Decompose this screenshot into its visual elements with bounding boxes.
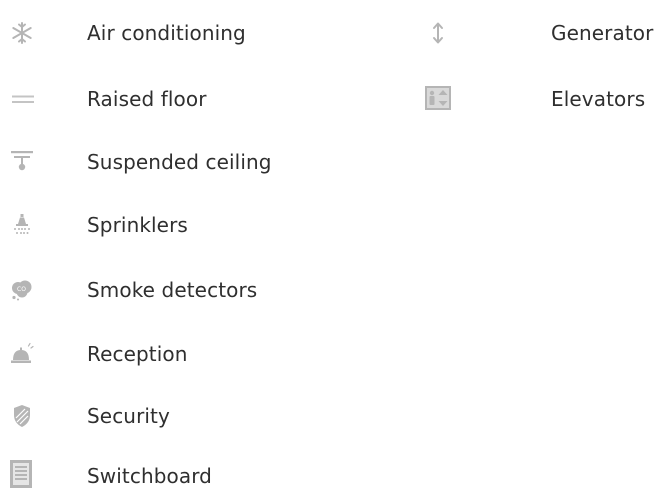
reception-bell-icon — [11, 342, 34, 363]
amenity-generator: Generator — [420, 15, 667, 55]
amenity-label: Raised floor — [87, 87, 207, 111]
sprinkler-icon — [14, 214, 30, 234]
suspended-ceiling-icon — [11, 151, 33, 171]
elevator-icon — [425, 86, 451, 110]
smoke-detector-icon: CO — [12, 280, 32, 301]
amenity-reception: Reception — [0, 336, 400, 376]
switchboard-icon — [10, 460, 32, 488]
raised-floor-icon — [12, 95, 34, 103]
amenity-elevators: Elevators — [420, 81, 667, 121]
amenity-switchboard: Switchboard — [0, 433, 400, 496]
amenity-security: Security — [0, 398, 400, 438]
amenity-label: Generator — [551, 21, 654, 45]
amenity-label: Sprinklers — [87, 213, 188, 237]
shield-icon — [14, 405, 30, 427]
amenity-sprinklers: Sprinklers — [0, 207, 400, 247]
amenity-label: Smoke detectors — [87, 278, 258, 302]
amenity-raised-floor: Raised floor — [0, 81, 400, 121]
amenity-smoke-detectors: CO Smoke detectors — [0, 272, 400, 312]
amenity-label: Security — [87, 404, 170, 428]
svg-text:CO: CO — [17, 286, 26, 293]
amenity-suspended-ceiling: Suspended ceiling — [0, 144, 400, 184]
amenity-air-conditioning: Air conditioning — [0, 15, 400, 55]
generator-arrow-icon — [433, 22, 443, 44]
amenity-label: Air conditioning — [87, 21, 246, 45]
amenity-label: Reception — [87, 342, 188, 366]
amenity-label: Switchboard — [87, 464, 212, 488]
amenity-label: Suspended ceiling — [87, 150, 272, 174]
snowflake-icon — [12, 22, 32, 44]
amenity-label: Elevators — [551, 87, 646, 111]
